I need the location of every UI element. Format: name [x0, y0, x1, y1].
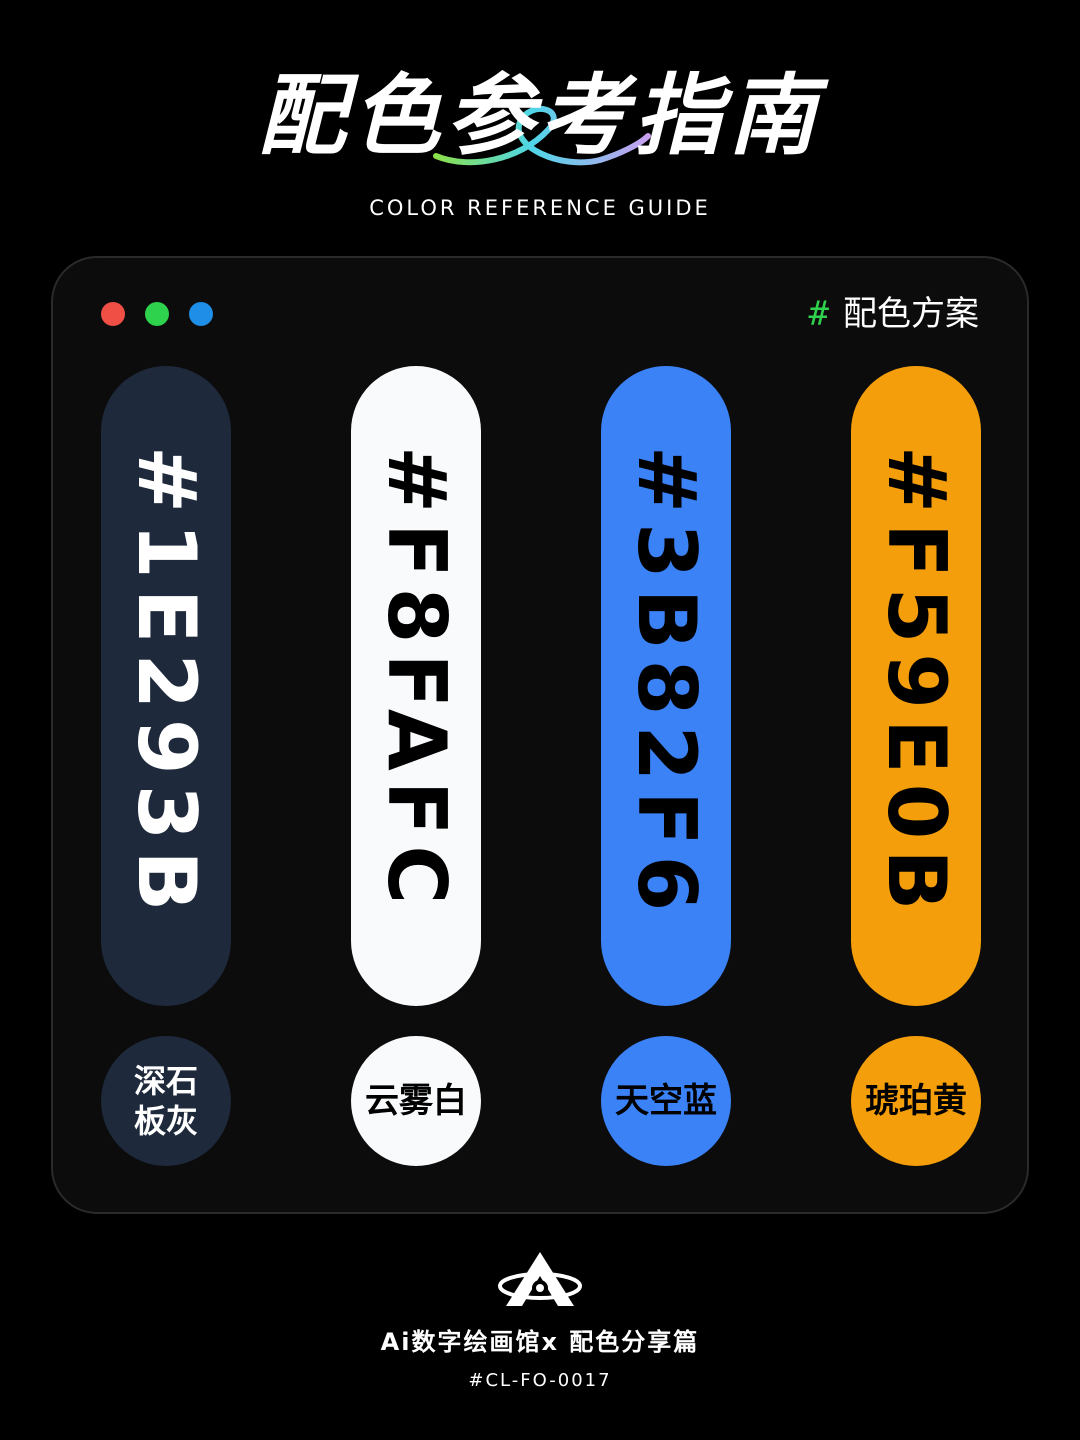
swatch-name-1: 深石板灰 [101, 1036, 231, 1166]
window-close-dot [101, 302, 125, 326]
page-subtitle: COLOR REFERENCE GUIDE [369, 196, 711, 220]
swatch-hex-3: #3B82F6 [620, 446, 713, 922]
scheme-label-text: 配色方案 [843, 294, 979, 334]
scheme-label: # 配色方案 [809, 292, 979, 336]
swatch-pill-4: #F59E0B [851, 366, 981, 1006]
swatch-pill-3: #3B82F6 [601, 366, 731, 1006]
hash-icon: # [808, 294, 829, 334]
swatch-name-2: 云雾白 [351, 1036, 481, 1166]
swatch-hex-1: #1E293B [120, 446, 213, 922]
footer-title: Ai数字绘画馆x 配色分享篇 [380, 1328, 700, 1356]
window-maximize-dot [145, 302, 169, 326]
title-area: 配色参考指南 [0, 60, 1080, 180]
swatch-pill-1: #1E293B [101, 366, 231, 1006]
palette-window: # 配色方案 #1E293B #F8FAFC #3B82F6 #F59E0B 深石… [51, 256, 1029, 1214]
page-title: 配色参考指南 [257, 64, 822, 167]
swatch-hex-2: #F8FAFC [370, 446, 463, 915]
swatch-pill-2: #F8FAFC [351, 366, 481, 1006]
swatch-name-4: 琥珀黄 [851, 1036, 981, 1166]
footer-code: #CL-FO-0017 [468, 1370, 612, 1391]
swatch-name-3: 天空蓝 [601, 1036, 731, 1166]
window-minimize-dot [189, 302, 213, 326]
a-ring-logo-icon [498, 1252, 582, 1306]
swatch-hex-4: #F59E0B [870, 446, 963, 921]
